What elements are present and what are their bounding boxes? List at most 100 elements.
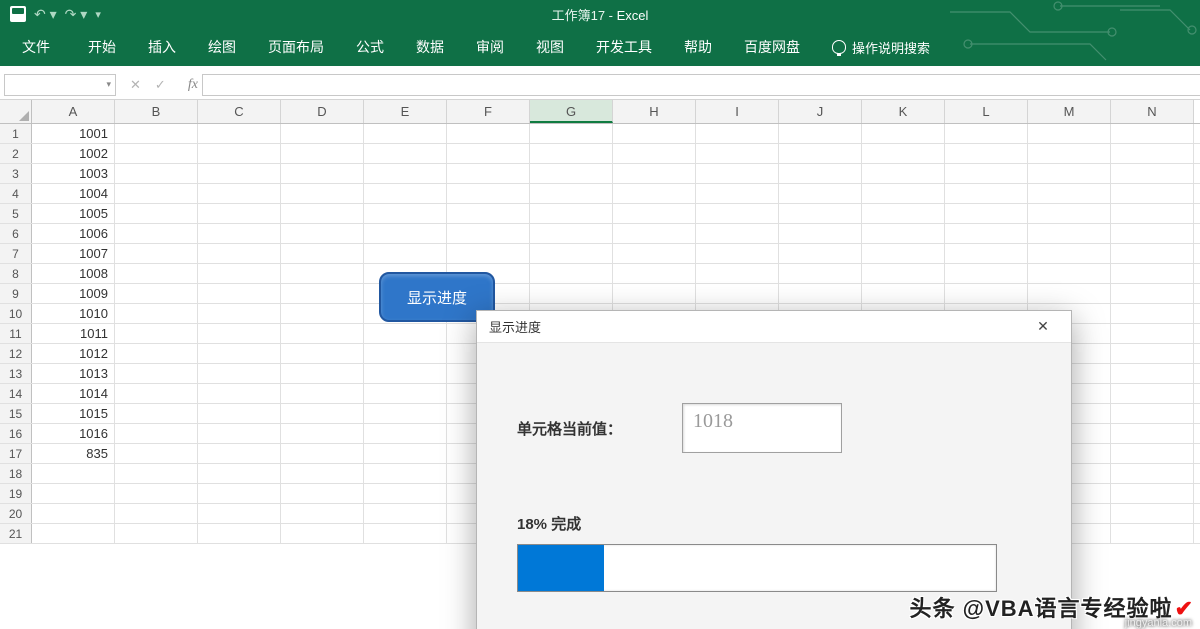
cell[interactable] (1111, 324, 1194, 343)
tab-公式[interactable]: 公式 (342, 31, 398, 63)
cell[interactable] (364, 424, 447, 443)
cell[interactable] (281, 364, 364, 383)
cell[interactable] (198, 444, 281, 463)
tab-开发工具[interactable]: 开发工具 (582, 31, 666, 63)
cancel-icon[interactable]: ✕ (130, 77, 141, 93)
row-header[interactable]: 13 (0, 364, 32, 383)
cell[interactable] (115, 204, 198, 223)
cell[interactable] (198, 324, 281, 343)
cell[interactable]: 1013 (32, 364, 115, 383)
row-header[interactable]: 5 (0, 204, 32, 223)
cell[interactable] (779, 264, 862, 283)
cell[interactable] (613, 244, 696, 263)
cell[interactable] (198, 144, 281, 163)
cell[interactable] (198, 284, 281, 303)
row-header[interactable]: 10 (0, 304, 32, 323)
cell[interactable] (1111, 244, 1194, 263)
cell[interactable] (1111, 344, 1194, 363)
cell[interactable] (1111, 524, 1194, 543)
cell[interactable] (1111, 144, 1194, 163)
cell[interactable]: 1005 (32, 204, 115, 223)
cell[interactable]: 1009 (32, 284, 115, 303)
cell[interactable] (447, 224, 530, 243)
formula-input[interactable] (202, 74, 1200, 96)
cell[interactable]: 1016 (32, 424, 115, 443)
cell[interactable] (862, 224, 945, 243)
col-header-A[interactable]: A (32, 100, 115, 123)
cell[interactable] (530, 284, 613, 303)
cell[interactable] (115, 384, 198, 403)
close-icon[interactable]: ✕ (1023, 313, 1063, 341)
cell[interactable] (613, 144, 696, 163)
cell[interactable] (115, 164, 198, 183)
cell[interactable] (1028, 244, 1111, 263)
row-header[interactable]: 6 (0, 224, 32, 243)
cell[interactable] (115, 364, 198, 383)
row-header[interactable]: 18 (0, 464, 32, 483)
cell[interactable] (530, 224, 613, 243)
cell[interactable] (198, 424, 281, 443)
cell[interactable] (862, 144, 945, 163)
cell[interactable]: 835 (32, 444, 115, 463)
cell[interactable] (530, 204, 613, 223)
cell[interactable] (696, 204, 779, 223)
cell[interactable] (447, 164, 530, 183)
tab-开始[interactable]: 开始 (74, 31, 130, 63)
cell[interactable]: 1008 (32, 264, 115, 283)
cell[interactable]: 1007 (32, 244, 115, 263)
cell[interactable] (779, 164, 862, 183)
cell[interactable] (115, 264, 198, 283)
tab-文件[interactable]: 文件 (12, 31, 70, 63)
cell[interactable] (198, 184, 281, 203)
cell[interactable] (779, 144, 862, 163)
cell[interactable] (696, 124, 779, 143)
row-header[interactable]: 21 (0, 524, 32, 543)
cell[interactable] (530, 164, 613, 183)
cell[interactable] (281, 284, 364, 303)
cell[interactable] (281, 224, 364, 243)
save-icon[interactable] (10, 6, 26, 22)
cell[interactable] (613, 224, 696, 243)
cell[interactable]: 1015 (32, 404, 115, 423)
cell[interactable] (115, 404, 198, 423)
cell[interactable] (281, 524, 364, 543)
row-header[interactable]: 15 (0, 404, 32, 423)
cell[interactable] (696, 184, 779, 203)
cell[interactable] (447, 184, 530, 203)
row-header[interactable]: 9 (0, 284, 32, 303)
cell[interactable] (862, 284, 945, 303)
cell[interactable] (1111, 304, 1194, 323)
row-header[interactable]: 17 (0, 444, 32, 463)
col-header-L[interactable]: L (945, 100, 1028, 123)
col-header-N[interactable]: N (1111, 100, 1194, 123)
cell[interactable] (779, 124, 862, 143)
col-header-D[interactable]: D (281, 100, 364, 123)
cell[interactable] (115, 244, 198, 263)
cell[interactable] (364, 404, 447, 423)
cell[interactable] (1028, 224, 1111, 243)
cell[interactable] (1028, 164, 1111, 183)
cell[interactable] (945, 124, 1028, 143)
cell[interactable] (364, 324, 447, 343)
cell[interactable]: 1014 (32, 384, 115, 403)
cell[interactable] (32, 524, 115, 543)
cell[interactable] (281, 464, 364, 483)
cell[interactable] (696, 284, 779, 303)
cell[interactable] (1111, 364, 1194, 383)
cell[interactable] (364, 224, 447, 243)
cell[interactable] (281, 244, 364, 263)
cell[interactable] (364, 464, 447, 483)
cell[interactable] (281, 144, 364, 163)
dialog-titlebar[interactable]: 显示进度 ✕ (477, 311, 1071, 343)
cell[interactable] (1111, 504, 1194, 523)
cell[interactable] (1111, 464, 1194, 483)
cell[interactable] (364, 204, 447, 223)
tab-插入[interactable]: 插入 (134, 31, 190, 63)
cell[interactable] (779, 204, 862, 223)
tab-数据[interactable]: 数据 (402, 31, 458, 63)
cell[interactable] (115, 284, 198, 303)
cell[interactable] (364, 164, 447, 183)
cell[interactable] (862, 124, 945, 143)
cell[interactable] (364, 524, 447, 543)
cell[interactable] (115, 124, 198, 143)
